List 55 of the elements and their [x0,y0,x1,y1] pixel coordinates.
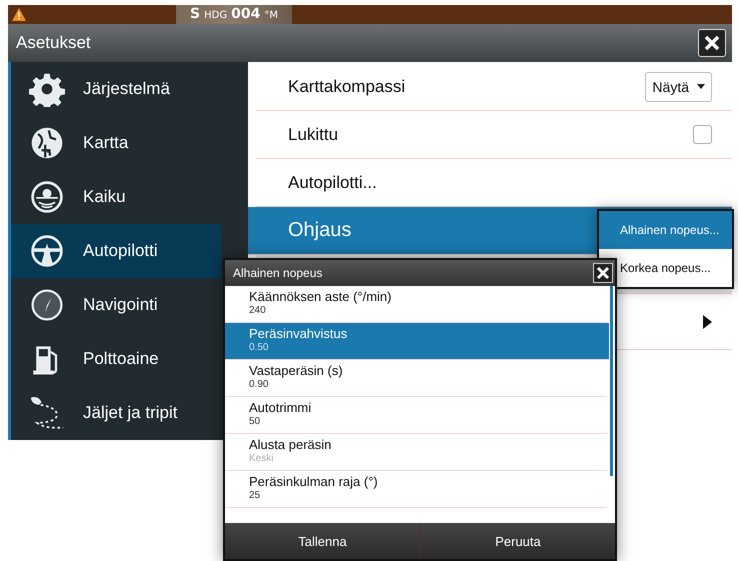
sidebar-label: Kartta [83,133,128,153]
checkbox[interactable] [693,125,712,144]
item-label: Autotrimmi [249,400,312,415]
item-label: Vastaperäsin (s) [249,363,344,378]
sidebar-label: Navigointi [83,295,158,315]
close-button[interactable] [698,29,726,57]
window-title: Asetukset [16,33,91,53]
sidebar-label: Kaiku [83,187,126,207]
dialog-button[interactable]: Tallenna [225,523,420,559]
item-label: Peräsinvahvistus [249,326,348,341]
item-value: Keski [249,453,274,464]
sidebar-item[interactable]: Polttoaine [11,332,221,386]
list-item[interactable]: Autotrimmi 50 [225,397,607,434]
item-value: 0.50 [249,342,270,353]
item-label: Peräsinkulman raja (°) [249,474,379,489]
item-value: 50 [249,416,262,427]
track-icon [29,395,65,431]
dialog-button[interactable]: Peruuta [420,523,615,559]
item-label: Käännöksen aste (°/min) [249,289,392,304]
setting-label: Lukittu [288,124,338,144]
dialog-title: Alhainen nopeus [233,266,322,280]
sidebar-item[interactable]: Jäljet ja tripit [11,386,221,440]
dropdown[interactable]: Näytä [645,72,712,102]
close-icon [596,266,610,280]
sidebar-item[interactable]: Kaiku [11,170,221,224]
list-item[interactable]: Peräsinkulman raja (°) 25 [225,471,607,508]
sidebar-label: Polttoaine [83,349,159,369]
heading-text: 004 [231,5,260,24]
sidebar-item[interactable]: Autopilotti [11,224,221,278]
close-button[interactable] [593,263,613,283]
item-value: 240 [249,305,267,316]
heading-text: HDG [204,9,228,23]
heading-text: S [190,5,200,24]
list-item[interactable]: Peräsinvahvistus 0.50 [225,323,609,360]
sidebar-label: Autopilotti [83,241,158,261]
sidebar-item[interactable]: Kartta [11,116,221,170]
sidebar-item[interactable]: Navigointi [11,278,221,332]
compass-icon [29,287,65,323]
close-icon [703,34,721,52]
item-value: 25 [249,490,262,501]
caret-icon [697,84,705,89]
steering-wheel-icon [29,233,65,269]
arrow-icon[interactable] [703,314,712,328]
sidebar-item[interactable]: Järjestelmä [11,62,221,116]
list-item[interactable]: Vastaperäsin (s) 0.90 [225,360,607,397]
item-label: Alusta peräsin [249,437,332,452]
sonar-icon [29,179,65,215]
sidebar-label: Jäljet ja tripit [83,403,178,423]
scrollbar[interactable] [610,286,613,476]
item-value: 0.90 [249,379,270,390]
submenu-item[interactable]: Alhainen nopeus... [599,211,732,249]
sidebar-label: Järjestelmä [83,79,170,99]
gear-icon [29,71,65,107]
setting-label: Karttakompassi [288,76,406,96]
heading-text: °M [264,9,278,23]
